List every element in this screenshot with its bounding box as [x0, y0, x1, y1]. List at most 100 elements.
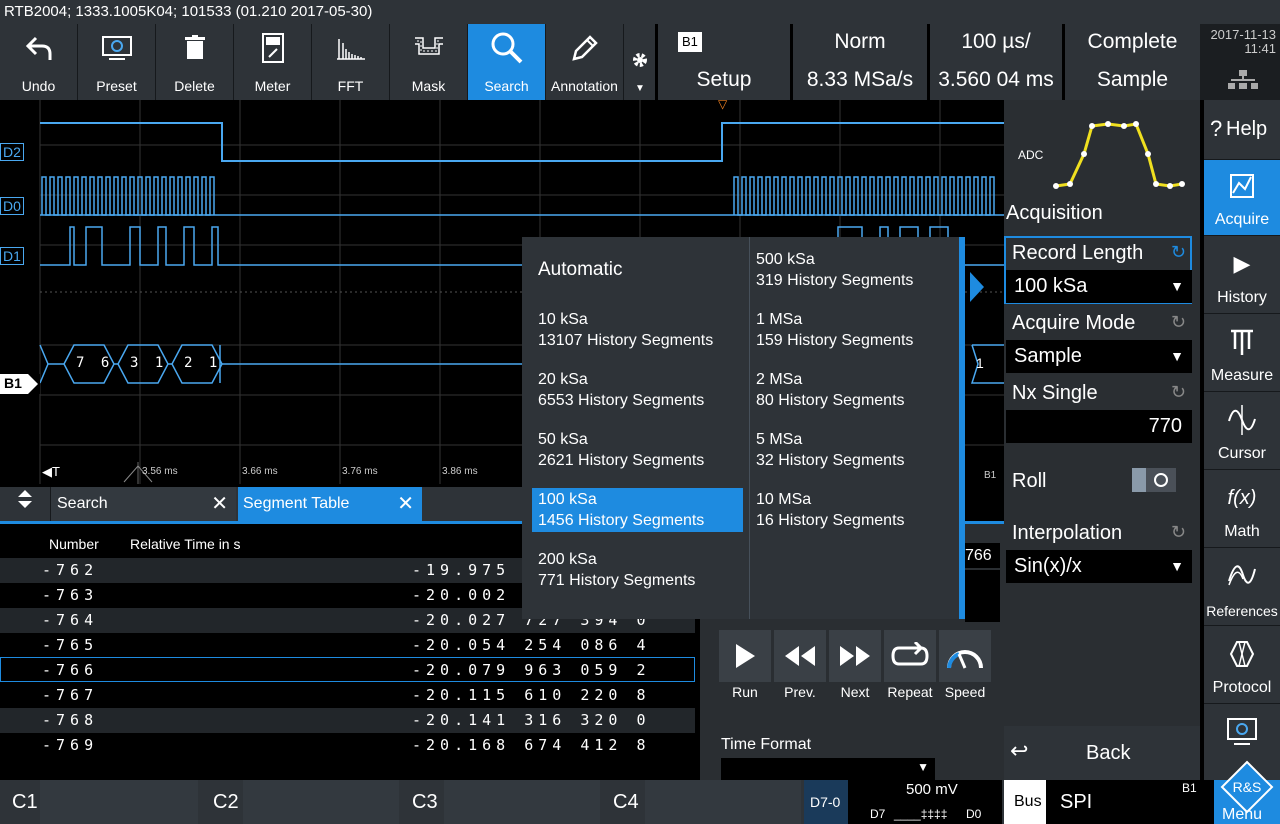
option-200ksa[interactable]: 200 kSa 771 History Segments [538, 549, 695, 591]
protocol-label: Protocol [1212, 679, 1272, 696]
bus-spi[interactable]: Bus SPI B1 [1004, 780, 1214, 824]
timebase[interactable]: 100 µs/ [930, 24, 1062, 62]
channel-label-d1[interactable]: D1 [0, 247, 24, 265]
tab-search[interactable]: Search ✕ [50, 487, 236, 521]
option-20ksa[interactable]: 20 kSa 6553 History Segments [538, 369, 704, 411]
protocol-icon [1204, 636, 1280, 672]
time-format-select[interactable]: ▼ [721, 758, 935, 780]
interpolation-select[interactable]: Sin(x)/x ▼ [1006, 550, 1192, 583]
table-row[interactable]: -769 -20.168 674 412 8 [0, 733, 695, 758]
fast-forward-icon [840, 646, 870, 666]
sidebar-item-references[interactable]: References [1204, 550, 1280, 626]
status-badge-cell[interactable]: B1 [658, 24, 790, 62]
table-row[interactable]: -768 -20.141 316 320 0 [0, 708, 695, 733]
sample-rate[interactable]: 8.33 MSa/s [793, 62, 927, 100]
refresh-icon[interactable]: ↻ [1171, 242, 1186, 263]
nx-single-input[interactable]: 770 [1006, 410, 1192, 443]
network-icon [1200, 70, 1276, 93]
menu-button[interactable]: R&S Menu [1214, 760, 1280, 824]
bus-label-b1[interactable]: B1 [0, 374, 40, 394]
option-500ksa[interactable]: 500 kSa 319 History Segments [756, 249, 913, 291]
table-row-selected[interactable]: -766 -20.079 963 059 2 [0, 657, 695, 682]
record-length-label: Record Length [1012, 242, 1144, 264]
record-length-value[interactable]: 100 kSa ▼ [1006, 270, 1192, 303]
mask-button[interactable]: Mask [390, 24, 468, 100]
chevron-down-icon: ▼ [1170, 278, 1184, 294]
undo-icon [0, 30, 77, 66]
repeat-icon [891, 642, 929, 666]
option-automatic[interactable]: Automatic [538, 259, 622, 280]
delete-label: Delete [174, 78, 215, 94]
speed-button[interactable] [939, 630, 991, 682]
digital-channels[interactable]: D7-0 500 mV D7 ____‡‡‡‡ D0 [804, 780, 1002, 824]
resize-handle[interactable] [0, 487, 50, 521]
channel-c3[interactable]: C3 [402, 780, 600, 824]
sidebar-item-math[interactable]: f(x) Math [1204, 472, 1280, 548]
next-button[interactable] [829, 630, 881, 682]
refresh-icon[interactable]: ↻ [1171, 312, 1186, 333]
channel-label-d0[interactable]: D0 [0, 197, 24, 215]
rewind-icon [785, 646, 815, 666]
channel-label-d2[interactable]: D2 [0, 143, 24, 161]
tab-segment-table[interactable]: Segment Table ✕ [238, 487, 422, 521]
help-button[interactable]: ? Help [1204, 100, 1280, 160]
setup-button[interactable]: Setup [658, 62, 790, 100]
acquire-mode-status[interactable]: Sample [1065, 62, 1200, 100]
close-icon[interactable]: ✕ [211, 491, 228, 516]
delete-button[interactable]: Delete [156, 24, 234, 100]
option-5msa[interactable]: 5 MSa 32 History Segments [756, 429, 905, 471]
sidebar-item-history[interactable]: ▶ History [1204, 238, 1280, 314]
bus-label-text: B1 [4, 375, 22, 391]
date: 2017-11-13 [1210, 27, 1276, 42]
preset-button[interactable]: Preset [78, 24, 156, 100]
table-row[interactable]: -765 -20.054 254 086 4 [0, 633, 695, 658]
channel-c2[interactable]: C2 [201, 780, 399, 824]
sidebar-item-measure[interactable]: Measure [1204, 316, 1280, 392]
bus-value-3: 2 1 [184, 355, 222, 371]
svg-text:R&S: R&S [1233, 779, 1262, 795]
repeat-label: Repeat [887, 684, 933, 700]
search-button[interactable]: Search [468, 24, 546, 100]
refresh-icon[interactable]: ↻ [1171, 522, 1186, 543]
undo-button[interactable]: Undo [0, 24, 78, 100]
sidebar-item-acquire[interactable]: Acquire [1204, 160, 1280, 236]
segment-current-value[interactable]: 766 [965, 543, 1000, 568]
repeat-button[interactable] [884, 630, 936, 682]
option-100ksa-selected[interactable]: 100 kSa 1456 History Segments [532, 488, 743, 532]
math-icon: f(x) [1227, 486, 1257, 509]
annotation-button[interactable]: Annotation [546, 24, 624, 100]
option-50ksa[interactable]: 50 kSa 2621 History Segments [538, 429, 704, 471]
adc-label: ADC [1018, 148, 1044, 162]
trigger-mode[interactable]: Norm [793, 24, 927, 62]
close-icon[interactable]: ✕ [397, 491, 414, 516]
toolbar: Undo Preset Delete Meter FFT Mask Search… [0, 24, 625, 100]
back-button[interactable]: ↩ Back [1004, 726, 1200, 780]
time-position[interactable]: 3.560 04 ms [930, 62, 1062, 100]
settings-button[interactable]: ▼ [625, 24, 655, 100]
time-format-label: Time Format [721, 736, 812, 753]
sidebar-item-protocol[interactable]: Protocol [1204, 628, 1280, 704]
datetime: 2017-11-13 11:41 [1200, 24, 1280, 100]
trash-icon [156, 30, 233, 66]
run-button[interactable] [719, 630, 771, 682]
option-10ksa[interactable]: 10 kSa 13107 History Segments [538, 309, 713, 351]
option-10msa[interactable]: 10 MSa 16 History Segments [756, 489, 905, 531]
channel-c1[interactable]: C1 [0, 780, 198, 824]
roll-toggle[interactable] [1132, 468, 1176, 492]
fft-button[interactable]: FFT [312, 24, 390, 100]
acquire-mode-select[interactable]: Sample ▼ [1006, 340, 1192, 373]
meter-button[interactable]: Meter [234, 24, 312, 100]
option-2msa[interactable]: 2 MSa 80 History Segments [756, 369, 905, 411]
history-label: History [1217, 289, 1267, 306]
prev-button[interactable] [774, 630, 826, 682]
bus-value-right: 1 [976, 355, 984, 371]
refresh-icon[interactable]: ↻ [1171, 382, 1186, 403]
channel-c4[interactable]: C4 [603, 780, 801, 824]
prev-label: Prev. [784, 684, 816, 700]
sidebar-item-cursor[interactable]: Cursor [1204, 394, 1280, 470]
option-1msa[interactable]: 1 MSa 159 History Segments [756, 309, 913, 351]
table-row[interactable]: -767 -20.115 610 220 8 [0, 683, 695, 708]
segment-slider[interactable] [965, 570, 1000, 622]
cursor-icon [1204, 402, 1280, 438]
acquisition-state[interactable]: Complete [1065, 24, 1200, 62]
